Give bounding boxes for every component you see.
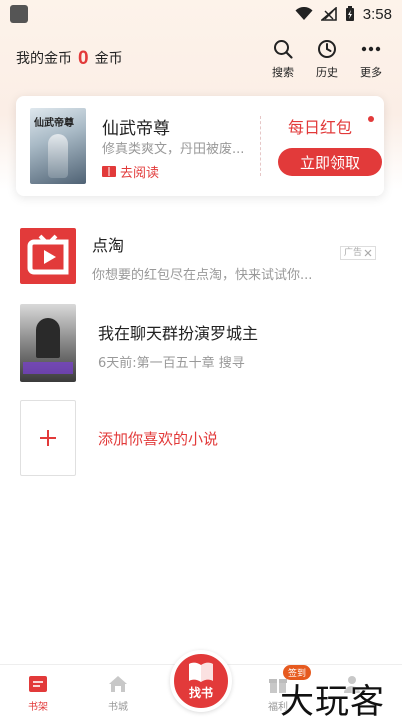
ad-subtitle: 你想要的红包尽在点淘，快来试试你...	[92, 268, 313, 283]
battery-icon	[345, 6, 354, 21]
ad-list-item[interactable]: 点淘 你想要的红包尽在点淘，快来试试你... 广告	[0, 228, 402, 288]
coin-balance[interactable]: 我的金币 0 金币	[16, 48, 123, 68]
add-book-item[interactable]: 添加你喜欢的小说	[0, 400, 402, 480]
diantao-logo[interactable]	[20, 228, 76, 284]
featured-book-cover[interactable]: 仙武帝尊	[30, 108, 86, 184]
claim-button[interactable]: 立即领取	[278, 148, 382, 176]
nav-bookstore[interactable]: 书城	[88, 673, 148, 713]
plus-icon	[40, 430, 56, 446]
search-button[interactable]: 搜索	[268, 38, 298, 80]
notification-dot	[368, 116, 374, 122]
nav-bookshelf[interactable]: 书架	[8, 673, 68, 713]
home-icon	[109, 676, 127, 692]
book-list-item[interactable]: 我在聊天群扮演罗城主 6天前:第一百五十章 搜寻	[0, 304, 402, 384]
search-label: 搜索	[272, 66, 294, 79]
book-latest-chapter: 6天前:第一百五十章 搜寻	[98, 356, 245, 371]
coins-unit: 金币	[94, 51, 123, 67]
status-bar: 3:58	[0, 0, 402, 28]
nav-find-book[interactable]: 找书	[170, 650, 232, 712]
close-icon	[364, 249, 372, 257]
book-icon	[102, 166, 116, 177]
featured-book-description: 修真类爽文，丹田被废...	[102, 142, 245, 157]
ad-tag-label: 广告	[344, 248, 363, 258]
read-now-link[interactable]: 去阅读	[102, 162, 159, 181]
book-cover[interactable]	[20, 304, 76, 382]
more-icon	[361, 46, 381, 52]
signal-icon	[320, 7, 337, 21]
more-label: 更多	[360, 66, 382, 79]
watermark: 大玩客	[280, 682, 385, 720]
featured-book-card[interactable]: 仙武帝尊 仙武帝尊 修真类爽文，丹田被废... 去阅读 每日红包 立即领取	[16, 96, 384, 196]
coin-count: 0	[78, 47, 89, 69]
ad-tag[interactable]: 广告	[340, 246, 377, 260]
daily-red-packet-label: 每日红包	[288, 118, 353, 137]
coins-label: 我的金币	[16, 51, 72, 67]
add-book-label[interactable]: 添加你喜欢的小说	[98, 428, 218, 449]
more-button[interactable]: 更多	[356, 38, 386, 80]
open-book-icon	[189, 662, 213, 682]
notification-icon	[10, 5, 28, 23]
search-icon	[274, 40, 293, 59]
nav-bookstore-label: 书城	[108, 702, 128, 713]
header: 我的金币 0 金币 搜索 历史 更多	[0, 36, 402, 80]
card-divider	[260, 116, 261, 176]
book-title: 我在聊天群扮演罗城主	[98, 324, 259, 343]
history-icon	[318, 40, 336, 58]
clock: 3:58	[362, 5, 392, 23]
history-button[interactable]: 历史	[312, 38, 342, 80]
ad-title: 点淘	[92, 236, 125, 255]
play-icon	[27, 234, 69, 275]
bookshelf-icon	[29, 676, 47, 692]
history-label: 历史	[316, 66, 338, 79]
nav-find-book-label: 找书	[188, 686, 213, 700]
add-book-button[interactable]	[20, 400, 76, 476]
read-now-label: 去阅读	[120, 166, 160, 181]
featured-book-title[interactable]: 仙武帝尊	[102, 114, 170, 139]
cover-title: 仙武帝尊	[34, 118, 74, 129]
wifi-icon	[295, 7, 313, 20]
nav-bookshelf-label: 书架	[28, 702, 48, 713]
